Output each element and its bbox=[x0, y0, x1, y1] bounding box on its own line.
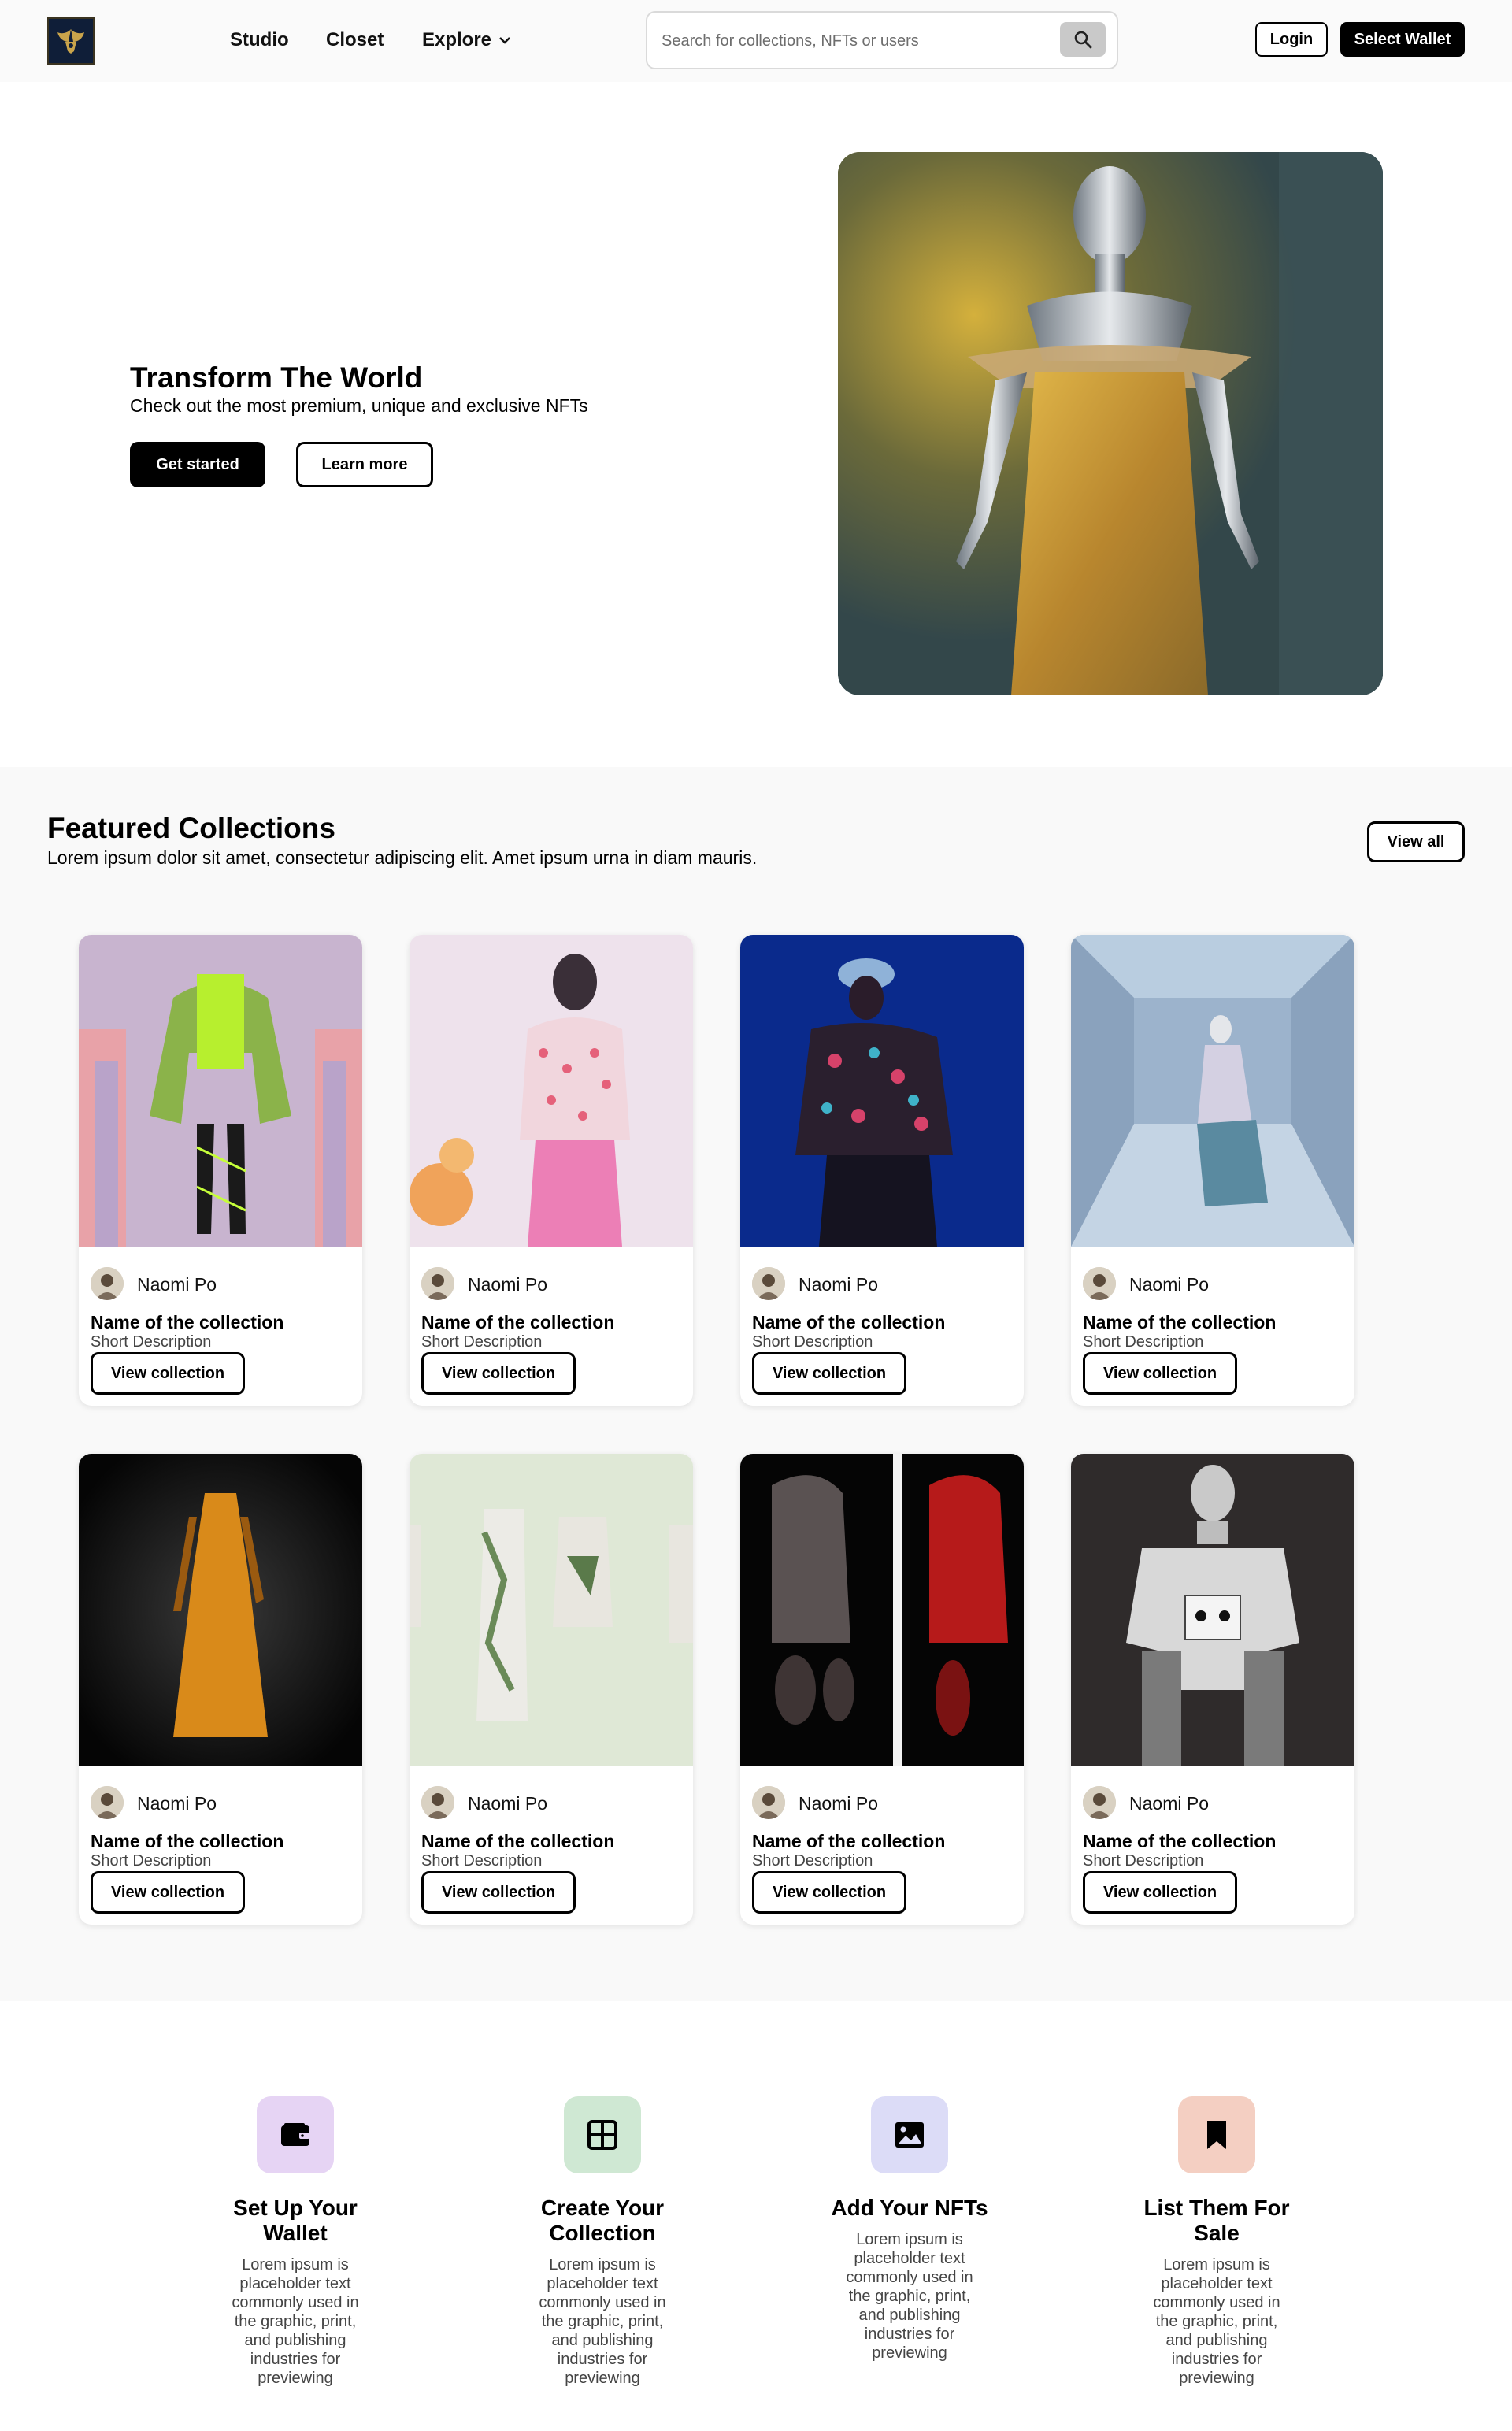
view-collection-button[interactable]: View collection bbox=[1083, 1871, 1237, 1914]
collection-description: Short Description bbox=[421, 1333, 543, 1351]
step-icon-badge bbox=[1178, 2096, 1255, 2173]
collection-card[interactable]: Naomi Po Name of the collection Short De… bbox=[410, 935, 693, 1406]
bookmark-icon bbox=[1207, 2121, 1226, 2149]
step-text: Lorem ipsum is placeholder text commonly… bbox=[232, 2256, 359, 2387]
creator-name[interactable]: Naomi Po bbox=[137, 1274, 217, 1295]
winged-crest-logo[interactable] bbox=[47, 17, 94, 65]
login-button[interactable]: Login bbox=[1255, 22, 1328, 57]
collection-card[interactable]: Naomi Po Name of the collection Short De… bbox=[1071, 935, 1354, 1406]
collection-image bbox=[740, 935, 1024, 1247]
top-navbar: Studio Closet Explore Login Select Walle… bbox=[0, 0, 1512, 82]
nav-link-studio[interactable]: Studio bbox=[230, 28, 289, 52]
collection-description: Short Description bbox=[91, 1852, 212, 1870]
collection-name: Name of the collection bbox=[752, 1831, 946, 1851]
step-create-collection: Create Your Collection Lorem ipsum is pl… bbox=[461, 2096, 744, 2388]
step-add-nfts: Add Your NFTs Lorem ipsum is placeholder… bbox=[768, 2096, 1051, 2362]
creator-name[interactable]: Naomi Po bbox=[137, 1793, 217, 1814]
avatar bbox=[1083, 1786, 1116, 1819]
nav-link-explore[interactable]: Explore bbox=[422, 28, 512, 52]
view-collection-button[interactable]: View collection bbox=[421, 1871, 576, 1914]
collection-description: Short Description bbox=[752, 1852, 873, 1870]
collection-card[interactable]: Naomi Po Name of the collection Short De… bbox=[79, 1454, 362, 1925]
view-collection-button[interactable]: View collection bbox=[91, 1871, 245, 1914]
collection-description: Short Description bbox=[421, 1852, 543, 1870]
collection-description: Short Description bbox=[752, 1333, 873, 1351]
nav-link-closet[interactable]: Closet bbox=[326, 28, 384, 52]
view-collection-button[interactable]: View collection bbox=[421, 1352, 576, 1395]
creator-name[interactable]: Naomi Po bbox=[468, 1793, 547, 1814]
view-collection-button[interactable]: View collection bbox=[752, 1352, 906, 1395]
step-text: Lorem ipsum is placeholder text commonly… bbox=[1153, 2256, 1280, 2387]
avatar bbox=[91, 1786, 124, 1819]
select-wallet-button[interactable]: Select Wallet bbox=[1340, 22, 1465, 57]
step-text: Lorem ipsum is placeholder text commonly… bbox=[539, 2256, 666, 2387]
collection-name: Name of the collection bbox=[91, 1831, 284, 1851]
step-icon-badge bbox=[564, 2096, 641, 2173]
search-icon bbox=[1074, 31, 1092, 49]
avatar bbox=[1083, 1267, 1116, 1300]
collection-description: Short Description bbox=[1083, 1333, 1204, 1351]
grid-icon bbox=[587, 2120, 617, 2150]
search-button[interactable] bbox=[1060, 22, 1106, 57]
collection-image bbox=[79, 1454, 362, 1766]
creator-name[interactable]: Naomi Po bbox=[799, 1793, 878, 1814]
featured-title: Featured Collections bbox=[47, 812, 335, 844]
step-icon-badge bbox=[871, 2096, 948, 2173]
collection-card[interactable]: Naomi Po Name of the collection Short De… bbox=[410, 1454, 693, 1925]
collection-card[interactable]: Naomi Po Name of the collection Short De… bbox=[740, 1454, 1024, 1925]
step-list-for-sale: List Them For Sale Lorem ipsum is placeh… bbox=[1075, 2096, 1358, 2388]
collection-image bbox=[79, 935, 362, 1247]
creator-name[interactable]: Naomi Po bbox=[1129, 1274, 1209, 1295]
get-started-button[interactable]: Get started bbox=[130, 442, 265, 487]
avatar bbox=[421, 1786, 454, 1819]
collection-image bbox=[1071, 1454, 1354, 1766]
creator-name[interactable]: Naomi Po bbox=[799, 1274, 878, 1295]
collection-card[interactable]: Naomi Po Name of the collection Short De… bbox=[1071, 1454, 1354, 1925]
chevron-down-icon bbox=[499, 37, 510, 44]
collection-card[interactable]: Naomi Po Name of the collection Short De… bbox=[740, 935, 1024, 1406]
collection-name: Name of the collection bbox=[421, 1312, 615, 1332]
view-collection-button[interactable]: View collection bbox=[752, 1871, 906, 1914]
hero-image bbox=[838, 152, 1383, 695]
collection-name: Name of the collection bbox=[752, 1312, 946, 1332]
avatar bbox=[91, 1267, 124, 1300]
collection-image bbox=[740, 1454, 1024, 1766]
featured-subtitle: Lorem ipsum dolor sit amet, consectetur … bbox=[47, 847, 758, 868]
step-title: List Them For Sale bbox=[1143, 2196, 1290, 2245]
image-icon bbox=[895, 2122, 924, 2148]
collection-image bbox=[1071, 935, 1354, 1247]
hero-title: Transform The World bbox=[130, 361, 423, 394]
step-title: Add Your NFTs bbox=[831, 2196, 988, 2220]
collection-image bbox=[410, 935, 693, 1247]
learn-more-button[interactable]: Learn more bbox=[296, 442, 433, 487]
collection-name: Name of the collection bbox=[1083, 1312, 1277, 1332]
collection-card[interactable]: Naomi Po Name of the collection Short De… bbox=[79, 935, 362, 1406]
step-title: Set Up Your Wallet bbox=[233, 2196, 358, 2245]
wallet-icon bbox=[281, 2123, 309, 2146]
avatar bbox=[752, 1267, 785, 1300]
search-bar bbox=[646, 11, 1118, 69]
step-text: Lorem ipsum is placeholder text commonly… bbox=[846, 2231, 973, 2362]
avatar bbox=[752, 1786, 785, 1819]
collection-name: Name of the collection bbox=[1083, 1831, 1277, 1851]
collection-name: Name of the collection bbox=[91, 1312, 284, 1332]
search-input[interactable] bbox=[662, 28, 1055, 54]
view-all-button[interactable]: View all bbox=[1367, 821, 1465, 862]
nav-link-explore-label: Explore bbox=[422, 29, 492, 50]
collection-description: Short Description bbox=[1083, 1852, 1204, 1870]
view-collection-button[interactable]: View collection bbox=[1083, 1352, 1237, 1395]
collection-name: Name of the collection bbox=[421, 1831, 615, 1851]
collection-image bbox=[410, 1454, 693, 1766]
avatar bbox=[421, 1267, 454, 1300]
step-set-up-wallet: Set Up Your Wallet Lorem ipsum is placeh… bbox=[154, 2096, 437, 2388]
creator-name[interactable]: Naomi Po bbox=[468, 1274, 547, 1295]
creator-name[interactable]: Naomi Po bbox=[1129, 1793, 1209, 1814]
step-icon-badge bbox=[257, 2096, 334, 2173]
step-title: Create Your Collection bbox=[540, 2196, 665, 2245]
view-collection-button[interactable]: View collection bbox=[91, 1352, 245, 1395]
collection-description: Short Description bbox=[91, 1333, 212, 1351]
hero-subtitle: Check out the most premium, unique and e… bbox=[130, 395, 588, 416]
